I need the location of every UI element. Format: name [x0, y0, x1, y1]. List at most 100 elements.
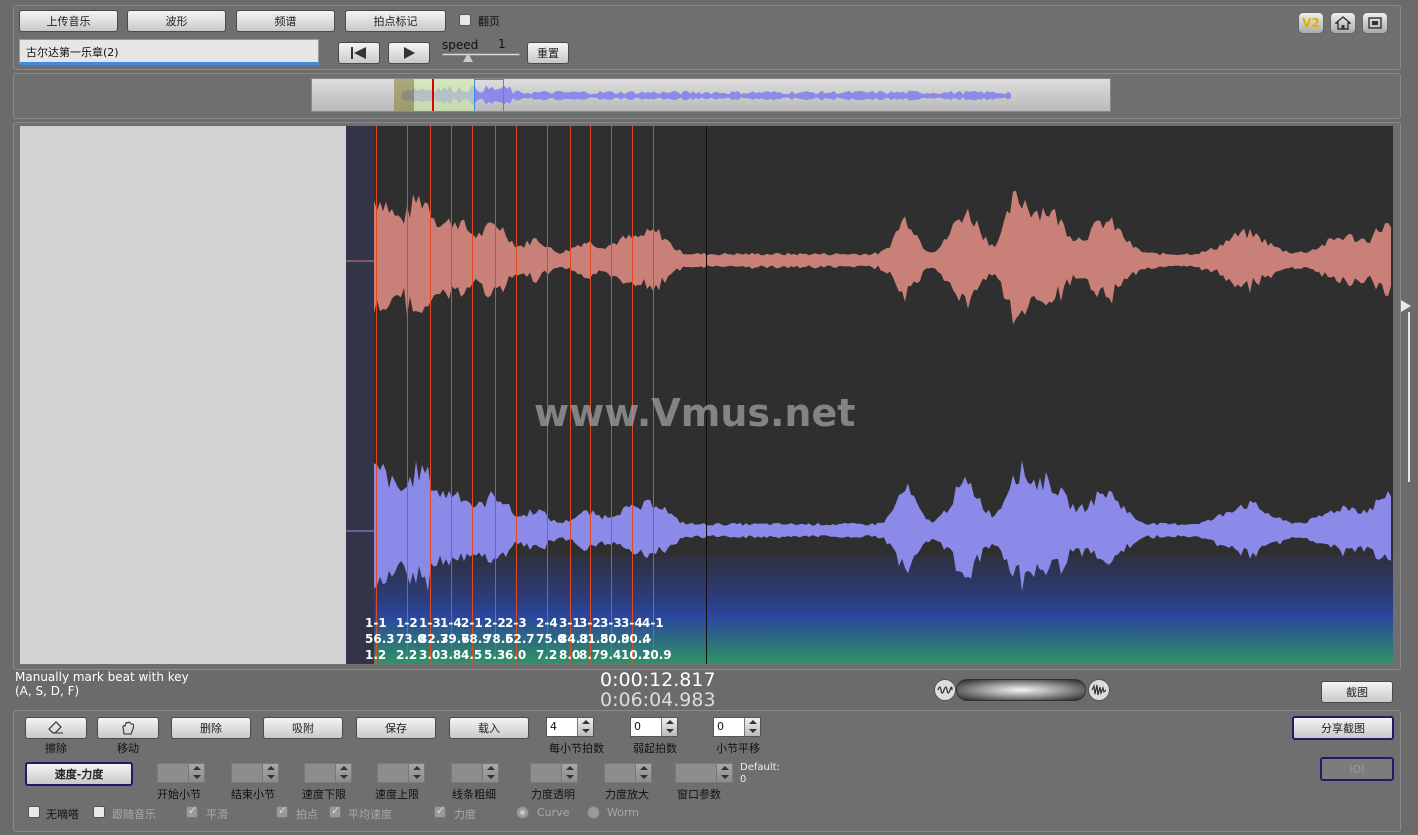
screenshot-button[interactable]: 截图 [1321, 681, 1393, 703]
move-tool-button[interactable] [97, 717, 159, 739]
fullscreen-icon [1368, 17, 1382, 29]
dyn-alpha-arrows[interactable] [561, 764, 577, 782]
beats-per-bar-arrows[interactable] [577, 718, 593, 736]
overview-played-region [394, 79, 414, 111]
beat-line[interactable] [430, 126, 431, 664]
beat-label-id: 1-1 [365, 616, 387, 630]
hint-line1: Manually mark beat with key [15, 670, 189, 684]
snap-button[interactable]: 吸附 [263, 717, 343, 739]
overview-visible-region[interactable] [414, 79, 474, 111]
line-width-stepper[interactable] [451, 763, 499, 783]
beat-label-id: 2-2 [484, 616, 506, 630]
worm-radio[interactable] [587, 806, 600, 819]
load-button[interactable]: 载入 [449, 717, 529, 739]
erase-label: 擦除 [45, 742, 67, 755]
smooth-checkbox[interactable] [186, 804, 198, 818]
curve-radio-dot [520, 810, 525, 815]
zoom-in-waveform-button[interactable] [1088, 679, 1110, 701]
move-label: 移动 [117, 742, 139, 755]
beat-label-time: 6.0 [505, 648, 527, 662]
end-bar-arrows[interactable] [262, 764, 278, 782]
no-click-checkbox[interactable] [28, 806, 40, 818]
beat-label-id: 2-1 [461, 616, 483, 630]
right-scroll-arrow[interactable] [1401, 300, 1411, 312]
overview-selection-box[interactable] [474, 79, 504, 111]
hand-icon [122, 721, 135, 735]
beat-label-id: 1-4 [440, 616, 462, 630]
zoom-slider[interactable] [956, 679, 1086, 701]
spectrum-button[interactable]: 频谱 [236, 10, 335, 32]
tempo-high-arrows[interactable] [408, 764, 424, 782]
no-click-label: 无嘀嗒 [46, 808, 79, 821]
beat-label-tempo: 52.7 [505, 632, 535, 646]
fullscreen-button[interactable] [1362, 12, 1388, 34]
waveform-button[interactable]: 波形 [127, 10, 226, 32]
beat-label-time: 9.4 [600, 648, 622, 662]
save-button[interactable]: 保存 [356, 717, 436, 739]
pickup-beats-arrows[interactable] [661, 718, 677, 736]
beat-line[interactable] [407, 126, 408, 664]
dyn-zoom-stepper[interactable] [604, 763, 652, 783]
waveform-canvas[interactable]: www.Vmus.net 1-1 56.3 1.2 1-2 73.0 2.2 1-3 82.3… [346, 126, 1393, 664]
overview-strip[interactable] [311, 78, 1111, 112]
window-param-arrows[interactable] [716, 764, 732, 782]
page-flip-label: 翻页 [478, 15, 500, 28]
tempo-high-label: 速度上限 [375, 788, 419, 801]
smooth-label: 平滑 [206, 808, 228, 821]
wave-small-icon [937, 686, 953, 694]
beat-line[interactable] [516, 126, 517, 664]
window-param-stepper[interactable] [675, 763, 733, 783]
tempo-low-stepper[interactable] [304, 763, 352, 783]
overview-playhead[interactable] [432, 79, 434, 111]
right-scroll-track[interactable] [1408, 312, 1410, 482]
track-name-text: 古尔达第一乐章(2) [26, 46, 119, 59]
dyn-zoom-arrows[interactable] [635, 764, 651, 782]
zoom-out-waveform-button[interactable] [934, 679, 956, 701]
beat-point-checkbox[interactable] [276, 804, 288, 818]
beat-line[interactable] [495, 126, 496, 664]
default-value: 0 [740, 774, 747, 785]
erase-tool-button[interactable] [25, 717, 87, 739]
eraser-icon [48, 721, 63, 734]
beat-line[interactable] [472, 126, 473, 664]
bar-shift-arrows[interactable] [744, 718, 760, 736]
dyn-alpha-stepper[interactable] [530, 763, 578, 783]
follow-music-checkbox[interactable] [93, 806, 105, 818]
tempo-dynamics-button[interactable]: 速度-力度 [25, 762, 133, 786]
beat-label-time: 1.2 [365, 648, 387, 662]
ioi-button[interactable]: IOI [1320, 757, 1394, 781]
reset-button[interactable]: 重置 [527, 42, 569, 64]
watermark: www.Vmus.net [534, 391, 856, 435]
tempo-low-arrows[interactable] [335, 764, 351, 782]
share-screenshot-button[interactable]: 分享截图 [1292, 716, 1394, 740]
page-flip-checkbox[interactable] [459, 14, 471, 26]
tempo-high-stepper[interactable] [377, 763, 425, 783]
speed-slider-thumb[interactable] [463, 53, 473, 62]
v2-badge[interactable]: V2 [1298, 12, 1324, 34]
beat-label-time: 10.9 [642, 648, 672, 662]
start-bar-arrows[interactable] [188, 764, 204, 782]
pickup-beats-label: 弱起拍数 [633, 742, 677, 755]
line-width-label: 线条粗细 [452, 788, 496, 801]
line-width-arrows[interactable] [482, 764, 498, 782]
end-bar-stepper[interactable] [231, 763, 279, 783]
rewind-button[interactable] [338, 42, 380, 64]
bar-shift-value: 0 [717, 720, 724, 733]
beat-mark-button[interactable]: 拍点标记 [345, 10, 446, 32]
beat-line[interactable] [451, 126, 452, 664]
beat-label-time: 2.2 [396, 648, 418, 662]
play-button[interactable] [388, 42, 430, 64]
beat-line[interactable] [376, 126, 377, 664]
start-bar-stepper[interactable] [157, 763, 205, 783]
upload-music-button[interactable]: 上传音乐 [19, 10, 118, 32]
home-button[interactable] [1330, 12, 1356, 34]
track-name-field[interactable]: 古尔达第一乐章(2) [19, 39, 319, 65]
dynamics-checkbox[interactable] [434, 804, 446, 818]
bar-shift-stepper[interactable]: 0 [713, 717, 761, 737]
beats-per-bar-stepper[interactable]: 4 [546, 717, 594, 737]
pickup-beats-stepper[interactable]: 0 [630, 717, 678, 737]
speed-slider[interactable] [442, 53, 520, 56]
avg-tempo-checkbox[interactable] [329, 804, 341, 818]
curve-radio[interactable] [516, 806, 529, 819]
delete-button[interactable]: 删除 [171, 717, 251, 739]
